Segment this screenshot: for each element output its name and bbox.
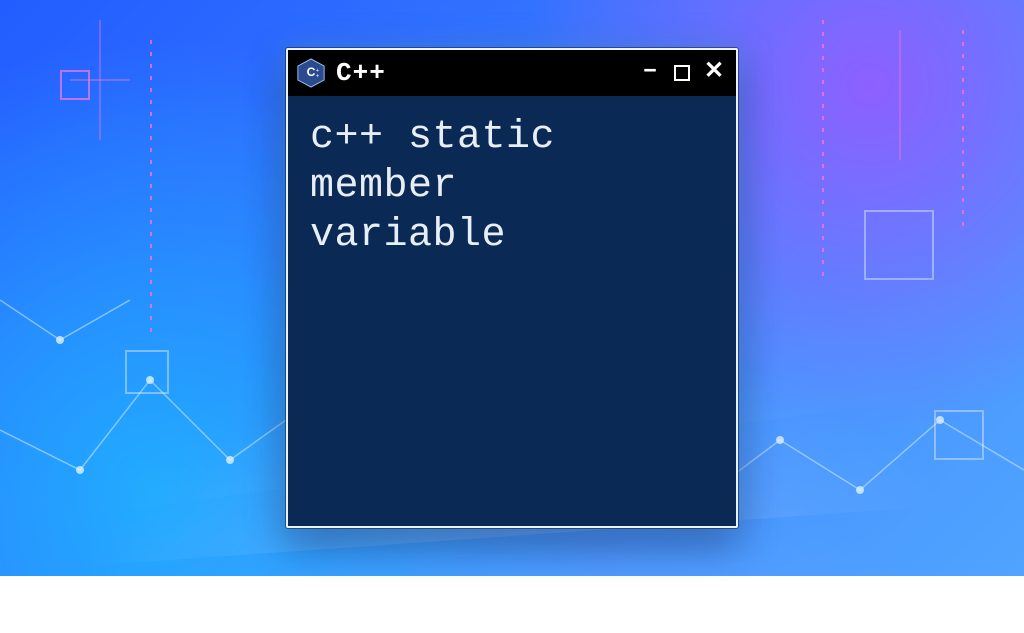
bg-dots xyxy=(822,20,824,280)
bg-dots xyxy=(150,40,152,340)
bg-square xyxy=(864,210,934,280)
titlebar[interactable]: C + + C++ – ✕ xyxy=(288,50,736,96)
svg-text:+: + xyxy=(316,74,319,80)
close-button[interactable]: ✕ xyxy=(702,58,726,88)
svg-text:C: C xyxy=(307,65,316,79)
window-title: C++ xyxy=(336,58,628,88)
bg-square xyxy=(934,410,984,460)
bg-square xyxy=(60,70,90,100)
console-body: c++ static member variable xyxy=(288,96,736,526)
cpp-hex-icon: C + + xyxy=(296,58,326,88)
console-window: C + + C++ – ✕ c++ static member variable xyxy=(286,48,738,528)
bg-square xyxy=(125,350,169,394)
maximize-button[interactable] xyxy=(670,58,694,88)
bg-dots xyxy=(962,30,964,230)
minimize-button[interactable]: – xyxy=(638,55,662,85)
window-controls: – ✕ xyxy=(638,58,726,88)
